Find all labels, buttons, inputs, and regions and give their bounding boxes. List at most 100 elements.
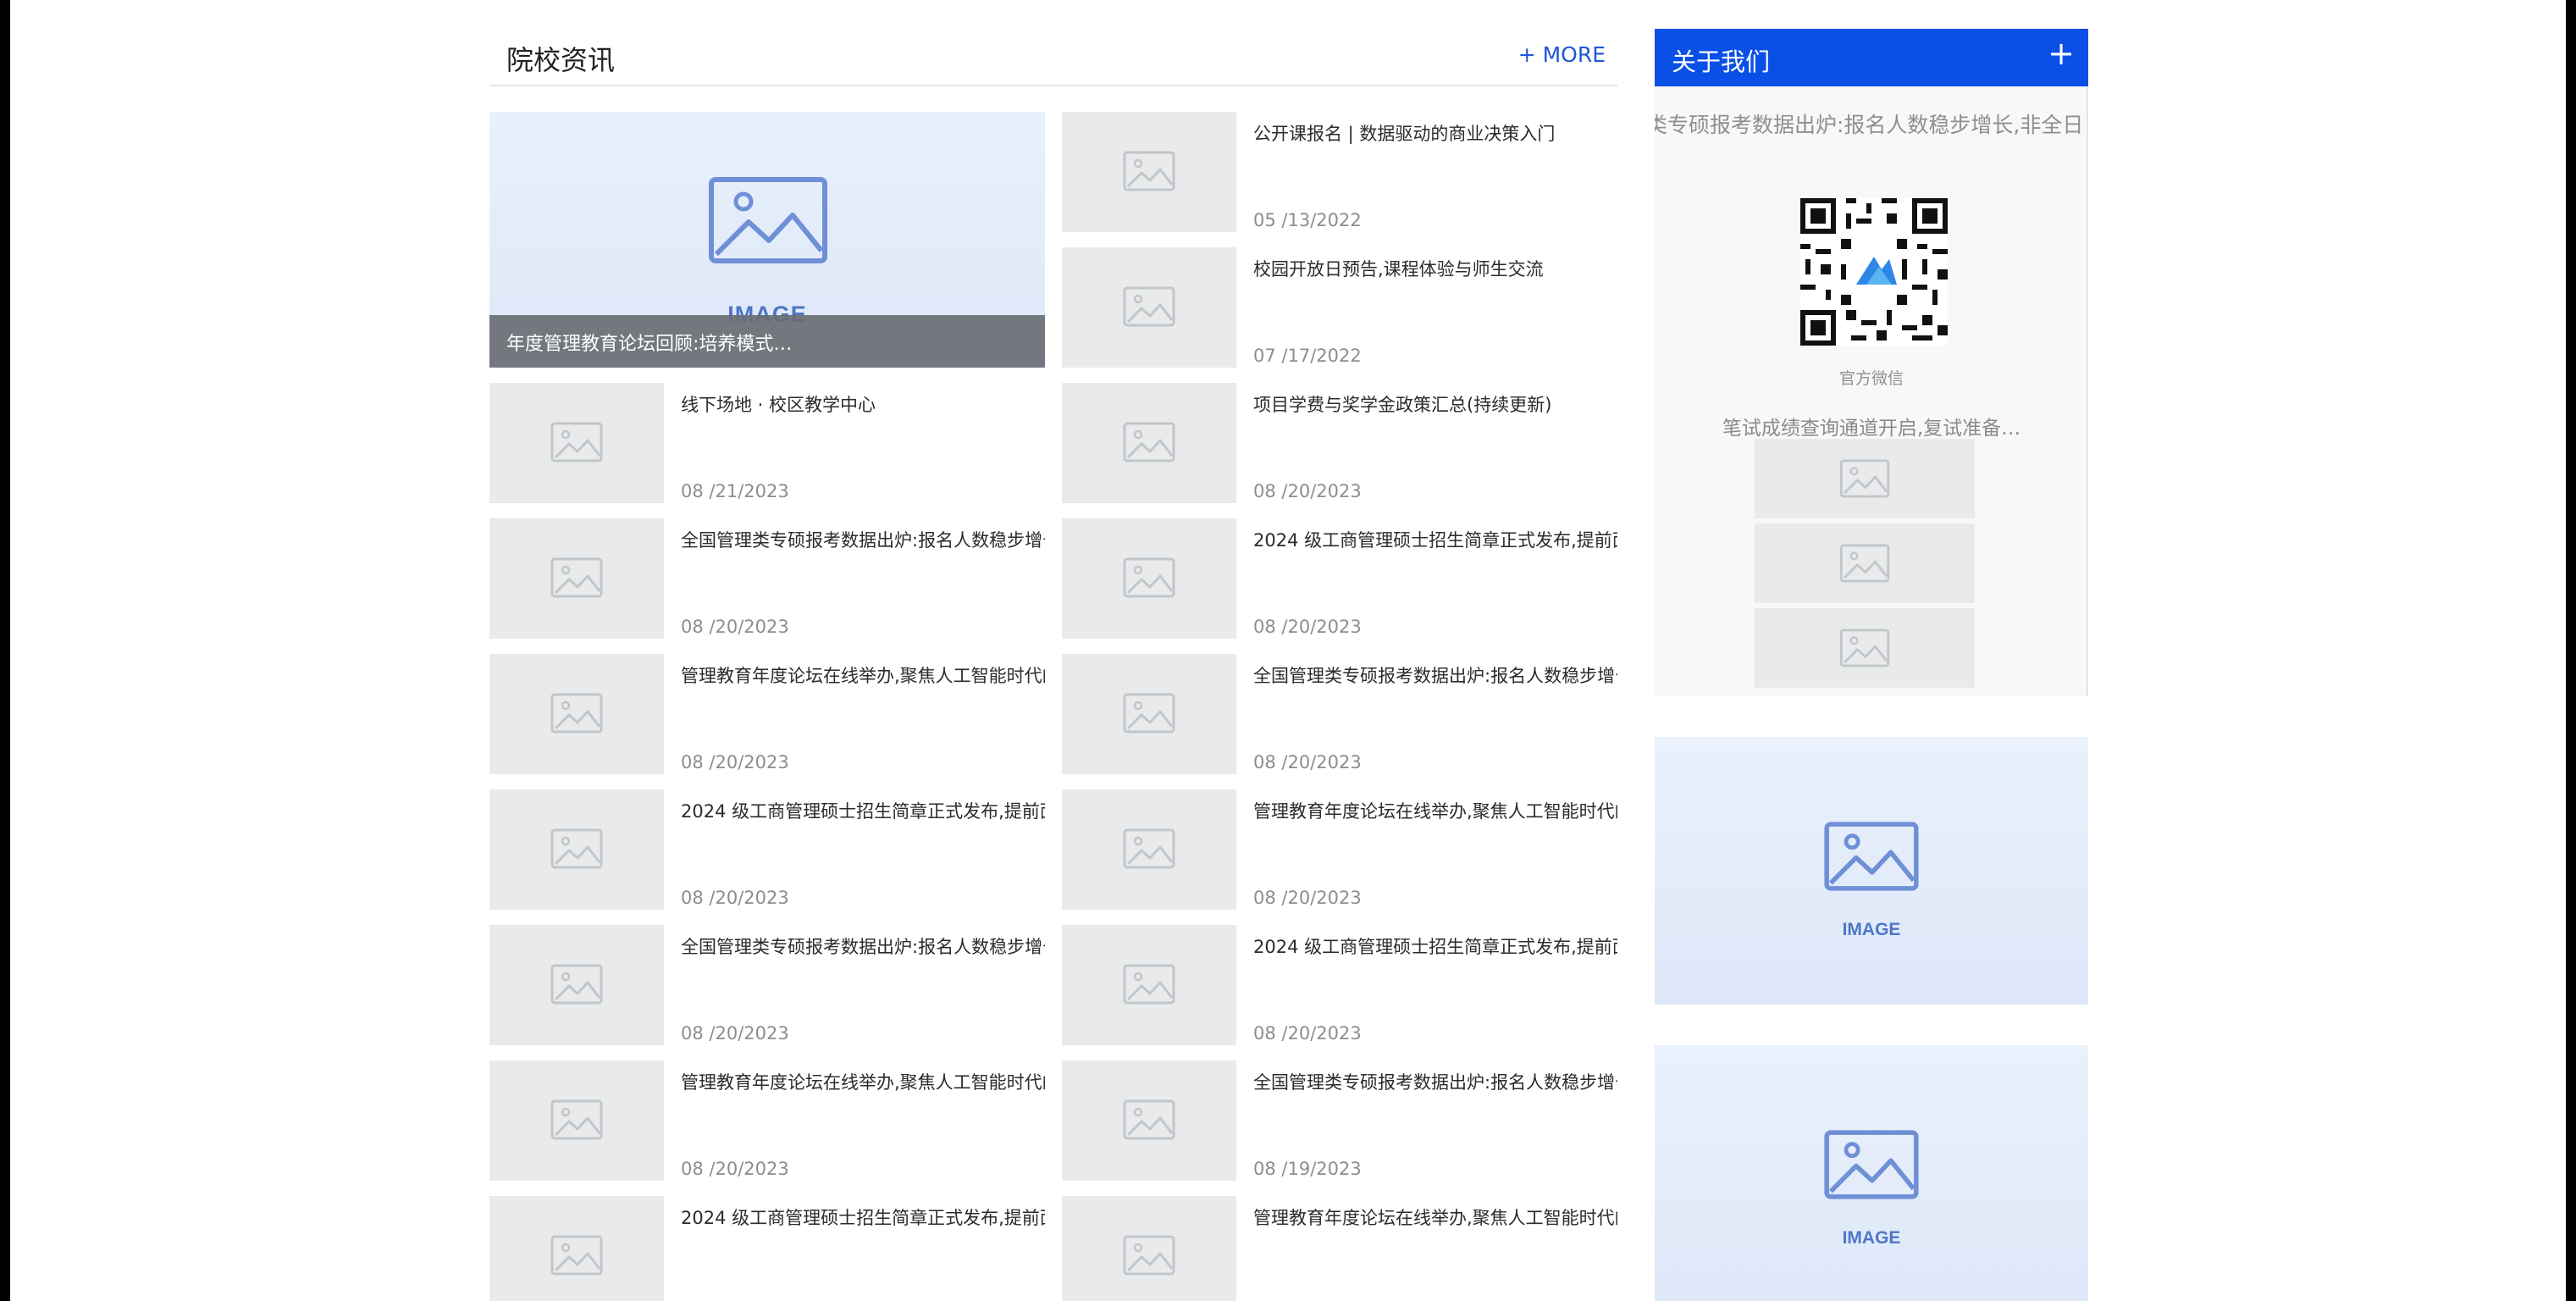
news-ticker[interactable]: 类专硕报考数据出炉:报名人数稳步增长,非全日 xyxy=(1655,108,2088,142)
image-placeholder-icon xyxy=(1123,693,1175,734)
news-item-date: 08 /20/2023 xyxy=(681,888,789,908)
news-list-item[interactable]: 管理教育年度论坛在线举办,聚焦人工智能时代的 08 /20/2023 xyxy=(1062,789,1617,910)
news-list-item[interactable]: 2024 级工商管理硕士招生简章正式发布,提前面试 08 /20/2023 xyxy=(1062,925,1617,1045)
news-list-item[interactable]: 2024 级工商管理硕士招生简章正式发布,提前面试 xyxy=(489,1196,1045,1301)
image-placeholder-icon xyxy=(550,1099,603,1140)
news-thumbnail[interactable] xyxy=(1062,112,1236,232)
news-item-title[interactable]: 线下场地 · 校区教学中心 xyxy=(681,391,1045,417)
news-item-title[interactable]: 管理教育年度论坛在线举办,聚焦人工智能时代的 xyxy=(1253,1204,1617,1230)
news-column-right: 公开课报名 | 数据驱动的商业决策入门 05 /13/2022 校园开放日预告,课程… xyxy=(1062,112,1617,1301)
image-placeholder-icon xyxy=(1123,964,1175,1005)
image-placeholder-icon xyxy=(1839,628,1890,667)
news-thumbnail[interactable] xyxy=(1062,383,1236,503)
news-item-title[interactable]: 校园开放日预告,课程体验与师生交流 xyxy=(1253,256,1617,281)
qr-label: 官方微信 xyxy=(1838,369,1904,388)
news-thumbnail[interactable] xyxy=(1062,925,1236,1045)
news-thumbnail[interactable] xyxy=(1062,1060,1236,1181)
news-thumbnail[interactable] xyxy=(489,925,664,1045)
news-list-right: 公开课报名 | 数据驱动的商业决策入门 05 /13/2022 校园开放日预告,课程… xyxy=(1062,112,1617,1301)
news-list-item[interactable]: 校园开放日预告,课程体验与师生交流 07 /17/2022 xyxy=(1062,247,1617,368)
news-list-item[interactable]: 管理教育年度论坛在线举办,聚焦人工智能时代的 xyxy=(1062,1196,1617,1301)
news-item-title[interactable]: 管理教育年度论坛在线举办,聚焦人工智能时代的 xyxy=(681,662,1045,688)
mini-thumbnail[interactable] xyxy=(1755,608,1975,688)
news-item-title[interactable]: 项目学费与奖学金政策汇总(持续更新) xyxy=(1253,391,1617,417)
news-item-title[interactable]: 全国管理类专硕报考数据出炉:报名人数稳步增长 xyxy=(681,527,1045,552)
news-item-date: 08 /20/2023 xyxy=(681,1023,789,1044)
news-item-date: 05 /13/2022 xyxy=(1253,210,1362,230)
featured-caption: 年度管理教育论坛回顾:培养模式… xyxy=(506,334,793,355)
right-edge-bar xyxy=(2566,0,2576,1301)
news-list-item[interactable]: 2024 级工商管理硕士招生简章正式发布,提前面试 08 /20/2023 xyxy=(489,789,1045,910)
image-placeholder-icon xyxy=(709,177,827,263)
banner-image-label: IMAGE xyxy=(1842,1228,1901,1248)
about-header: 关于我们 + xyxy=(1655,29,2088,86)
image-placeholder-icon xyxy=(550,693,603,734)
news-list-item[interactable]: 全国管理类专硕报考数据出炉:报名人数稳步增长 08 /20/2023 xyxy=(489,518,1045,639)
news-list-item[interactable]: 2024 级工商管理硕士招生简章正式发布,提前面试 08 /20/2023 xyxy=(1062,518,1617,639)
news-list-item[interactable]: 全国管理类专硕报考数据出炉:报名人数稳步增长 08 /19/2023 xyxy=(1062,1060,1617,1181)
news-item-title[interactable]: 管理教育年度论坛在线举办,聚焦人工智能时代的 xyxy=(1253,798,1617,823)
news-item-title[interactable]: 全国管理类专硕报考数据出炉:报名人数稳步增长 xyxy=(681,933,1045,959)
notice-text[interactable]: 笔试成绩查询通道开启,复试准备… xyxy=(1655,412,2088,440)
news-section: 院校资讯 + MORE IMAGE 年度管理教育论坛回顾:培养模式… 线下场地 … xyxy=(489,32,1617,1301)
news-item-title[interactable]: 公开课报名 | 数据驱动的商业决策入门 xyxy=(1253,120,1617,146)
news-item-title[interactable]: 2024 级工商管理硕士招生简章正式发布,提前面试 xyxy=(681,1204,1045,1230)
image-placeholder-icon xyxy=(1123,828,1175,869)
image-placeholder-icon xyxy=(550,422,603,462)
news-list-item[interactable]: 项目学费与奖学金政策汇总(持续更新) 08 /20/2023 xyxy=(1062,383,1617,503)
news-item-date: 08 /20/2023 xyxy=(1253,888,1362,908)
news-thumbnail[interactable] xyxy=(489,383,664,503)
featured-news-card[interactable]: IMAGE 年度管理教育论坛回顾:培养模式… xyxy=(489,112,1045,368)
news-item-title[interactable]: 2024 级工商管理硕士招生简章正式发布,提前面试 xyxy=(1253,933,1617,959)
news-thumbnail[interactable] xyxy=(489,518,664,639)
image-placeholder-icon xyxy=(550,964,603,1005)
news-thumbnail[interactable] xyxy=(1062,518,1236,639)
news-thumbnail[interactable] xyxy=(1062,247,1236,368)
news-item-date: 08 /20/2023 xyxy=(1253,752,1362,772)
news-list-item[interactable]: 管理教育年度论坛在线举办,聚焦人工智能时代的 08 /20/2023 xyxy=(489,654,1045,774)
image-placeholder-icon xyxy=(1839,544,1890,583)
mini-thumbnail[interactable] xyxy=(1755,439,1975,518)
image-placeholder-icon xyxy=(1824,1130,1919,1199)
news-item-date: 08 /20/2023 xyxy=(681,1159,789,1179)
news-item-title[interactable]: 管理教育年度论坛在线举办,聚焦人工智能时代的 xyxy=(681,1069,1045,1094)
left-edge-bar xyxy=(0,0,10,1301)
sidebar-banner[interactable]: IMAGE xyxy=(1655,1045,2088,1301)
news-list-item[interactable]: 全国管理类专硕报考数据出炉:报名人数稳步增长 08 /20/2023 xyxy=(489,925,1045,1045)
image-placeholder-icon xyxy=(1123,151,1175,191)
featured-caption-bar: 年度管理教育论坛回顾:培养模式… xyxy=(489,315,1045,368)
expand-plus-icon[interactable]: + xyxy=(2048,37,2075,69)
news-list-item[interactable]: 全国管理类专硕报考数据出炉:报名人数稳步增长 08 /20/2023 xyxy=(1062,654,1617,774)
news-item-date: 08 /19/2023 xyxy=(1253,1159,1362,1179)
news-item-title[interactable]: 全国管理类专硕报考数据出炉:报名人数稳步增长 xyxy=(1253,1069,1617,1094)
news-list-item[interactable]: 管理教育年度论坛在线举办,聚焦人工智能时代的 08 /20/2023 xyxy=(489,1060,1045,1181)
news-item-title[interactable]: 2024 级工商管理硕士招生简章正式发布,提前面试 xyxy=(681,798,1045,823)
about-panel: 关于我们 + 类专硕报考数据出炉:报名人数稳步增长,非全日 官方微信 笔试成绩查… xyxy=(1655,29,2088,696)
news-thumbnail[interactable] xyxy=(489,654,664,774)
news-item-title[interactable]: 全国管理类专硕报考数据出炉:报名人数稳步增长 xyxy=(1253,662,1617,688)
news-thumbnail[interactable] xyxy=(1062,1196,1236,1301)
mini-thumbnail[interactable] xyxy=(1755,523,1975,603)
about-title: 关于我们 xyxy=(1672,47,1771,76)
news-item-date: 08 /20/2023 xyxy=(681,617,789,637)
news-thumbnail[interactable] xyxy=(489,1060,664,1181)
news-item-title[interactable]: 2024 级工商管理硕士招生简章正式发布,提前面试 xyxy=(1253,527,1617,552)
sidebar: 关于我们 + 类专硕报考数据出炉:报名人数稳步增长,非全日 官方微信 笔试成绩查… xyxy=(1655,29,2088,1301)
news-section-title: 院校资讯 xyxy=(506,44,616,76)
news-list-left: 线下场地 · 校区教学中心 08 /21/2023 全国管理类专硕报考数据出炉:报名… xyxy=(489,383,1045,1301)
more-link[interactable]: + MORE xyxy=(1518,42,1606,67)
news-item-date: 08 /20/2023 xyxy=(1253,617,1362,637)
news-thumbnail[interactable] xyxy=(489,1196,664,1301)
image-placeholder-icon xyxy=(1123,1099,1175,1140)
news-item-date: 08 /21/2023 xyxy=(681,481,789,501)
banner-image-label: IMAGE xyxy=(1842,920,1901,939)
news-header: 院校资讯 + MORE xyxy=(489,32,1617,86)
news-list-item[interactable]: 公开课报名 | 数据驱动的商业决策入门 05 /13/2022 xyxy=(1062,112,1617,232)
news-thumbnail[interactable] xyxy=(489,789,664,910)
news-thumbnail[interactable] xyxy=(1062,654,1236,774)
news-list-item[interactable]: 线下场地 · 校区教学中心 08 /21/2023 xyxy=(489,383,1045,503)
image-placeholder-icon xyxy=(550,1235,603,1276)
sidebar-banner[interactable]: IMAGE xyxy=(1655,737,2088,1005)
news-item-date: 08 /20/2023 xyxy=(681,752,789,772)
news-thumbnail[interactable] xyxy=(1062,789,1236,910)
